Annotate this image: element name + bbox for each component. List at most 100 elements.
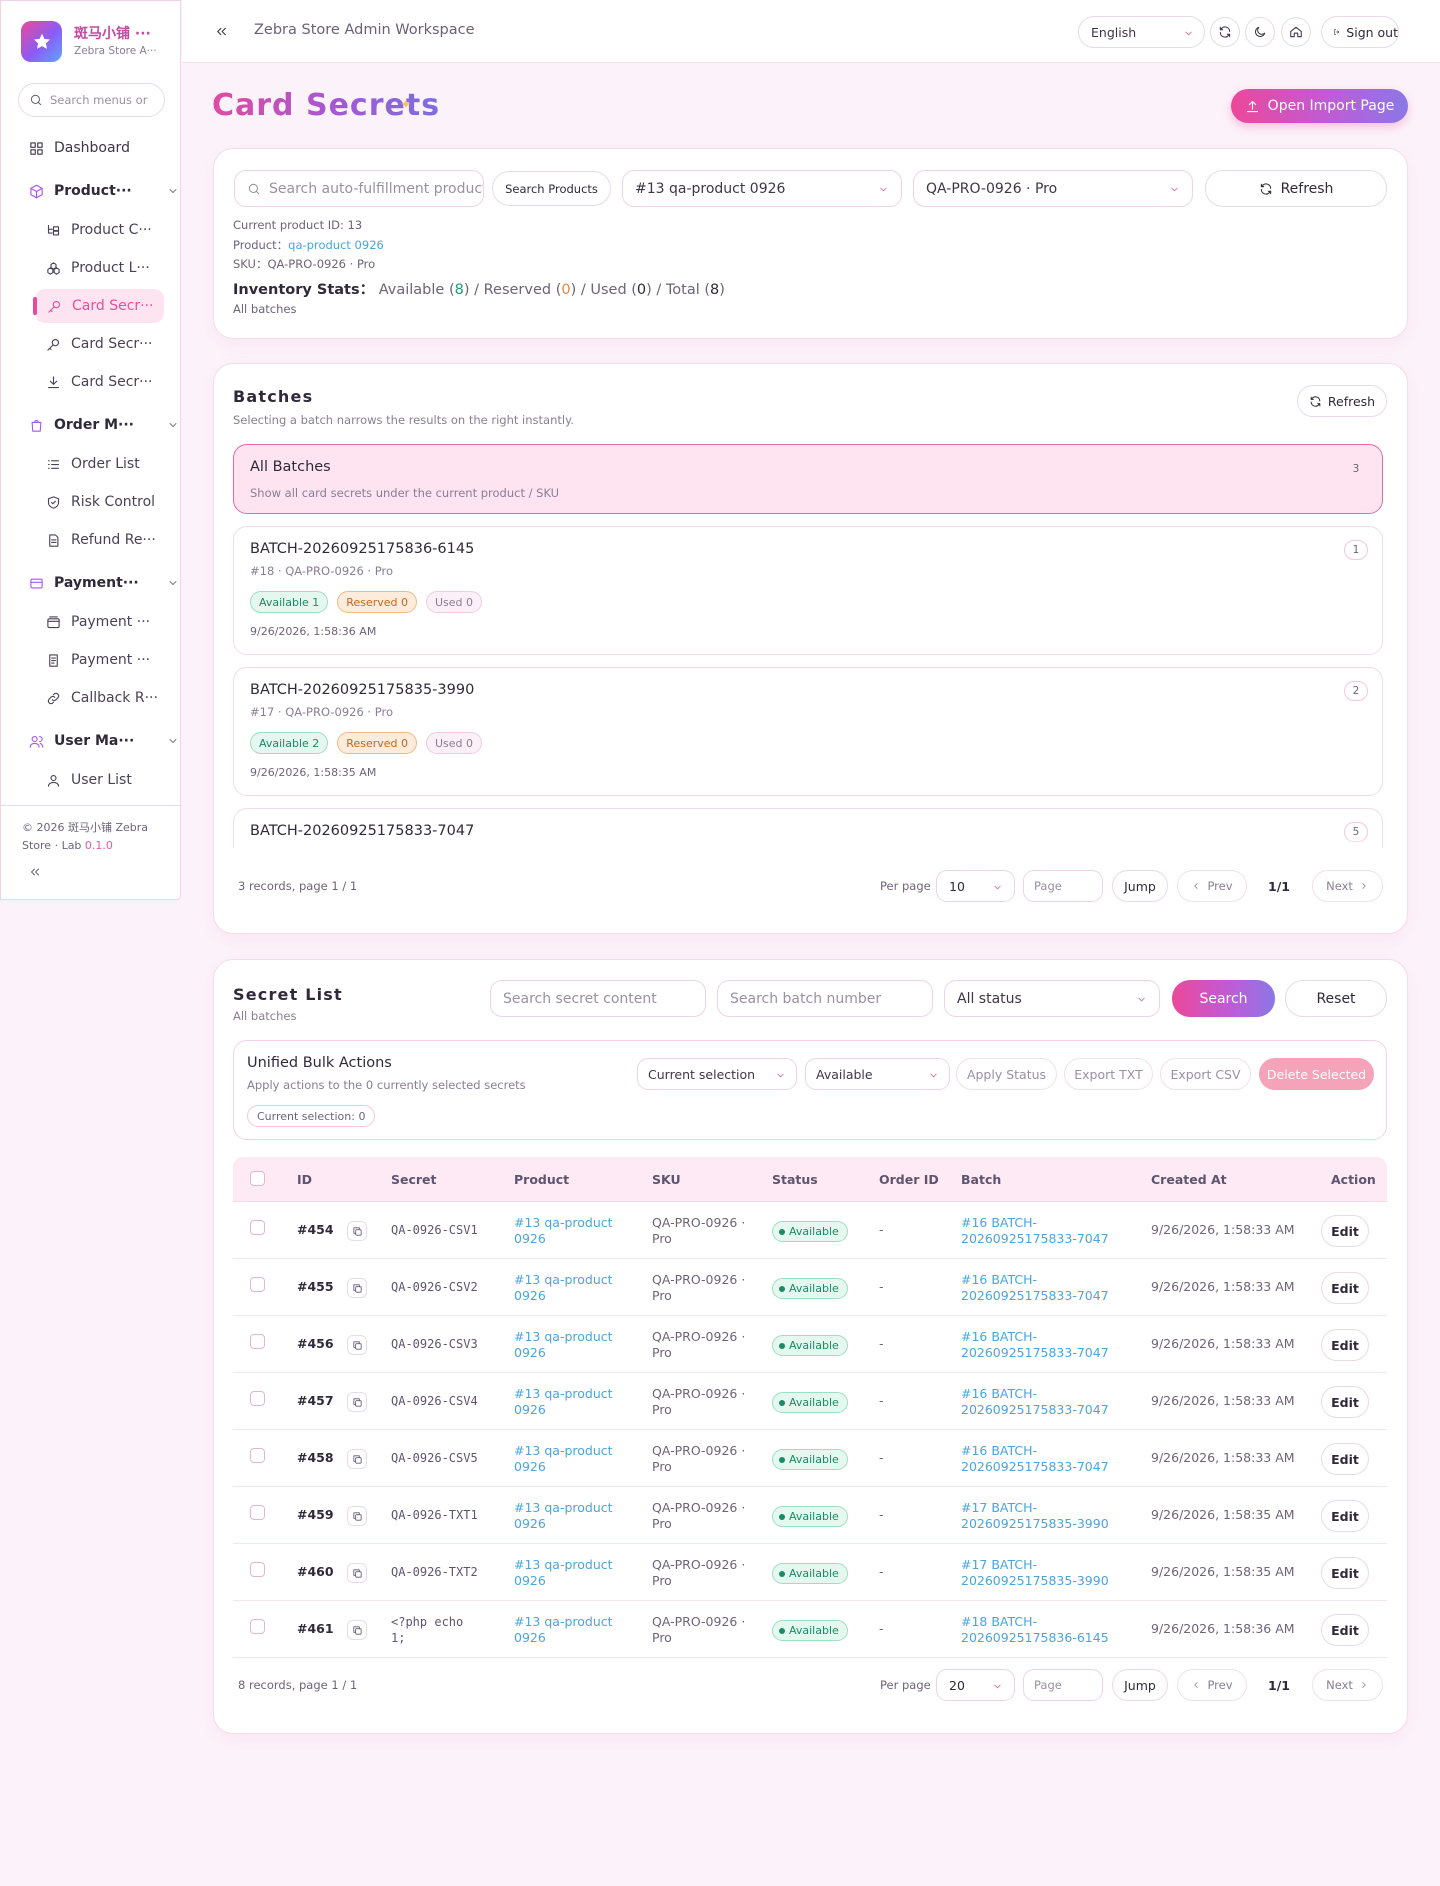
edit-button[interactable]: Edit [1321,1443,1369,1475]
sidebar-item-card-secrets[interactable]: Card Secr··· [33,289,164,323]
page-input[interactable]: Page [1023,1669,1103,1701]
product-link[interactable]: #13 qa-product 0926 [514,1557,613,1589]
product-link[interactable]: #13 qa-product 0926 [514,1443,613,1475]
sidebar-search[interactable] [18,83,165,117]
sidebar-item-user-list[interactable]: User List [46,763,132,797]
product-select[interactable]: #13 qa-product 0926 [622,170,902,207]
edit-button[interactable]: Edit [1321,1272,1369,1304]
open-import-page-button[interactable]: Open Import Page [1231,89,1408,123]
language-select[interactable]: English [1078,16,1205,48]
copy-button[interactable] [347,1278,367,1298]
sidebar-search-input[interactable] [50,93,150,107]
copy-button[interactable] [347,1620,367,1640]
home-button[interactable] [1281,17,1311,47]
copy-button[interactable] [347,1449,367,1469]
product-link[interactable]: #13 qa-product 0926 [514,1386,613,1418]
batch-link[interactable]: #16 BATCH- 20260925175833-7047 [961,1272,1109,1304]
theme-toggle-button[interactable] [1245,17,1275,47]
sidebar-item-product-categories[interactable]: Product C··· [46,213,152,247]
sidebar-collapse-button[interactable] [28,865,42,879]
edit-button[interactable]: Edit [1321,1614,1369,1646]
sidebar-item-card-secrets-2[interactable]: Card Secr··· [46,327,153,361]
batch-link[interactable]: #18 BATCH- 20260925175836-6145 [961,1614,1109,1646]
row-checkbox[interactable] [250,1391,265,1406]
sidebar-item-order-list[interactable]: Order List [46,447,140,481]
row-checkbox[interactable] [250,1562,265,1577]
edit-button[interactable]: Edit [1321,1386,1369,1418]
copy-button[interactable] [347,1506,367,1526]
per-page-select[interactable]: 20 [936,1669,1015,1701]
edit-button[interactable]: Edit [1321,1215,1369,1247]
status-filter-select[interactable]: All status [944,980,1160,1017]
batch-link[interactable]: #17 BATCH- 20260925175835-3990 [961,1500,1109,1532]
collapse-sidebar-button[interactable] [214,24,229,39]
sidebar-item-callback-records[interactable]: Callback R··· [46,681,158,715]
copy-button[interactable] [347,1392,367,1412]
product-link[interactable]: #13 qa-product 0926 [514,1500,613,1532]
secret-content-search[interactable]: Search secret content [490,980,706,1017]
batch-link[interactable]: #16 BATCH- 20260925175833-7047 [961,1443,1109,1475]
brand-logo[interactable] [21,21,62,62]
export-csv-button[interactable]: Export CSV [1160,1058,1251,1090]
refresh-button[interactable] [1210,17,1240,47]
sidebar-item-risk-control[interactable]: Risk Control [46,485,155,519]
sidebar-item-payment-2[interactable]: Payment ··· [46,643,150,677]
edit-button[interactable]: Edit [1321,1557,1369,1589]
search-products-button[interactable]: Search Products [492,171,611,206]
search-secrets-button[interactable]: Search [1172,980,1275,1017]
bulk-scope-select[interactable]: Current selection [637,1058,797,1090]
row-checkbox[interactable] [250,1448,265,1463]
sidebar-item-card-secrets-import[interactable]: Card Secr··· [46,365,153,399]
row-checkbox[interactable] [250,1505,265,1520]
row-checkbox[interactable] [250,1277,265,1292]
page-input[interactable]: Page [1023,870,1103,902]
batch-link[interactable]: #16 BATCH- 20260925175833-7047 [961,1215,1109,1247]
prev-button[interactable]: Prev [1177,1669,1247,1701]
edit-button[interactable]: Edit [1321,1500,1369,1532]
sidebar-group-products[interactable]: Product··· [29,174,177,208]
delete-selected-button[interactable]: Delete Selected [1259,1058,1374,1090]
sidebar-item-refund-requests[interactable]: Refund Re··· [46,523,156,557]
batch-item[interactable]: BATCH-20260925175836-6145 #18 · QA-PRO-0… [233,526,1383,655]
batch-link[interactable]: #16 BATCH- 20260925175833-7047 [961,1329,1109,1361]
jump-button[interactable]: Jump [1112,1669,1168,1701]
product-link[interactable]: qa-product 0926 [288,238,384,252]
batch-item[interactable]: BATCH-20260925175833-7047 5 [233,808,1383,848]
refresh-batches-button[interactable]: Refresh [1297,385,1387,417]
batch-link[interactable]: #16 BATCH- 20260925175833-7047 [961,1386,1109,1418]
reset-button[interactable]: Reset [1285,980,1387,1017]
product-link[interactable]: #13 qa-product 0926 [514,1272,613,1304]
apply-status-button[interactable]: Apply Status [956,1058,1057,1090]
sidebar-group-orders[interactable]: Order M··· [29,408,177,442]
sidebar-item-product-list[interactable]: Product L··· [46,251,150,285]
bulk-status-select[interactable]: Available [805,1058,950,1090]
refresh-products-button[interactable]: Refresh [1205,170,1387,207]
product-link[interactable]: #13 qa-product 0926 [514,1329,613,1361]
edit-button[interactable]: Edit [1321,1329,1369,1361]
next-button[interactable]: Next [1312,1669,1383,1701]
copy-button[interactable] [347,1563,367,1583]
row-checkbox[interactable] [250,1334,265,1349]
product-link[interactable]: #13 qa-product 0926 [514,1614,613,1646]
select-all-checkbox[interactable] [250,1171,265,1186]
sku-select[interactable]: QA-PRO-0926 · Pro [913,170,1193,207]
product-link[interactable]: #13 qa-product 0926 [514,1215,613,1247]
row-checkbox[interactable] [250,1220,265,1235]
sidebar-group-payments[interactable]: Payment··· [29,566,177,600]
copy-button[interactable] [347,1221,367,1241]
export-txt-button[interactable]: Export TXT [1064,1058,1153,1090]
copy-button[interactable] [347,1335,367,1355]
batch-number-search[interactable]: Search batch number [717,980,933,1017]
prev-button[interactable]: Prev [1177,870,1247,902]
product-search-field[interactable]: Search auto-fulfillment products [234,170,484,207]
jump-button[interactable]: Jump [1112,870,1168,902]
batch-item-all[interactable]: All Batches Show all card secrets under … [233,444,1383,514]
sign-out-button[interactable]: Sign out [1321,16,1399,48]
sidebar-item-payment-1[interactable]: Payment ··· [46,605,150,639]
per-page-select[interactable]: 10 [936,870,1015,902]
next-button[interactable]: Next [1312,870,1383,902]
sidebar-group-users[interactable]: User Ma··· [29,724,177,758]
batch-link[interactable]: #17 BATCH- 20260925175835-3990 [961,1557,1109,1589]
sidebar-item-dashboard[interactable]: Dashboard [29,131,130,165]
batch-item[interactable]: BATCH-20260925175835-3990 #17 · QA-PRO-0… [233,667,1383,796]
